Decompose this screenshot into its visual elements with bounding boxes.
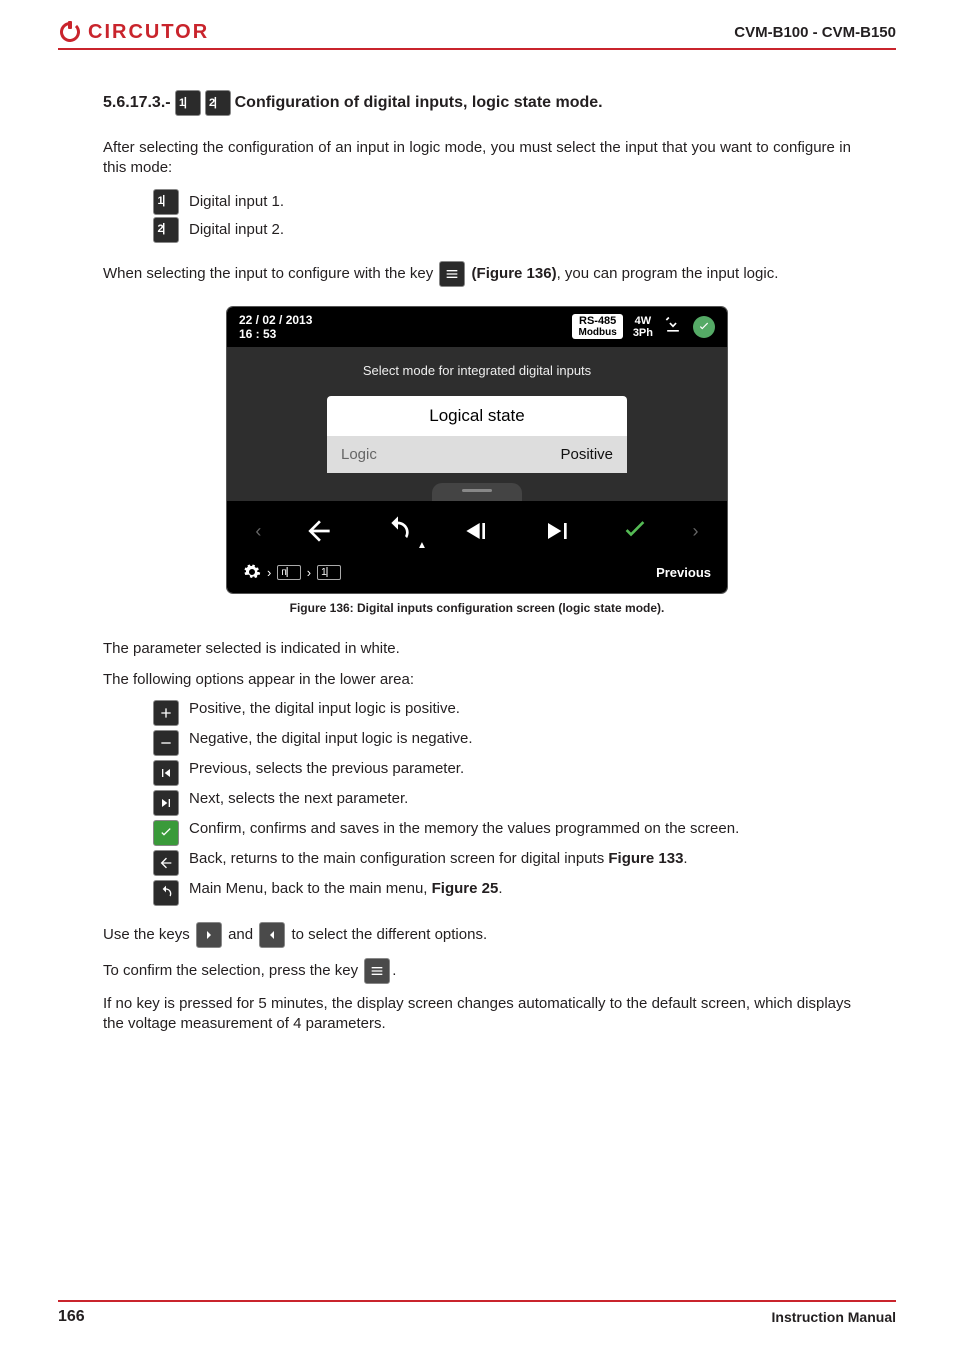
device-tab: Logical state [327,396,627,436]
select-paragraph: When selecting the input to configure wi… [103,261,851,287]
active-caret-icon: ▲ [417,540,427,551]
device-date: 22 / 02 / 2013 [239,313,312,327]
prev-param-icon [452,513,502,549]
figure-caption: Figure 136: Digital inputs configuration… [103,601,851,615]
mainmenu-icon [153,880,179,906]
brand-logo: CIRCUTOR [58,20,209,44]
section-heading: 5.6.17.3.- 1⎸ 2⎸ Configuration of digita… [103,90,851,116]
wiring-badge: 4W 3Ph [633,315,653,339]
device-button-bar: ‹ › ▲ [227,501,727,555]
opt-negative: Negative, the digital input logic is neg… [153,730,851,756]
timeout-paragraph: If no key is pressed for 5 minutes, the … [103,994,851,1035]
param-white-note: The parameter selected is indicated in w… [103,639,851,659]
page-footer: 166 Instruction Manual [58,1300,896,1326]
page-header: CIRCUTOR CVM-B100 - CVM-B150 [58,20,896,50]
device-foot-label: Previous [656,565,711,580]
confirm-check-icon [610,513,660,549]
input2-icon: 2⎸ [153,217,179,243]
section-title-text: Configuration of digital inputs, logic s… [235,94,603,112]
input2-heading-icon: 2⎸ [205,90,231,116]
minus-icon [153,730,179,756]
options-intro: The following options appear in the lowe… [103,670,851,690]
confirm-icon [153,820,179,846]
di2-row: 2⎸ Digital input 2. [153,217,851,243]
page-number: 166 [58,1308,85,1326]
crumb-1-icon: 1⎸ [317,565,341,580]
gear-icon [243,563,261,581]
comm-badge: RS-485 Modbus [572,314,622,339]
use-keys-paragraph: Use the keys and to select the different… [103,922,851,948]
di2-label: Digital input 2. [189,221,284,238]
intro-paragraph: After selecting the configuration of an … [103,138,851,179]
undo-icon [373,513,423,549]
device-status-bar: 22 / 02 / 2013 16 : 53 RS-485 Modbus 4W … [227,307,727,348]
device-param-value: Positive [560,446,613,463]
menu-key-icon-2 [364,958,390,984]
opt-next: Next, selects the next parameter. [153,790,851,816]
input1-heading-icon: 1⎸ [175,90,201,116]
download-icon [663,315,683,338]
figure-136: 22 / 02 / 2013 16 : 53 RS-485 Modbus 4W … [227,307,727,594]
crumb-n-icon: п⎸ [277,565,300,580]
confirm-paragraph: To confirm the selection, press the key … [103,958,851,984]
logo-mark-icon [58,20,82,44]
back-arrow-icon [294,513,344,549]
menu-key-icon [439,261,465,287]
breadcrumb: › п⎸ › 1⎸ [243,563,341,581]
device-param-label: Logic [341,446,377,463]
brand-text: CIRCUTOR [88,21,209,44]
plus-icon [153,700,179,726]
device-handle [432,483,522,501]
opt-confirm: Confirm, confirms and saves in the memor… [153,820,851,846]
device-param-row: Logic Positive [327,436,627,473]
di1-row: 1⎸ Digital input 1. [153,189,851,215]
right-key-icon [196,922,222,948]
scroll-left-hint-icon: ‹ [251,521,265,542]
next-icon [153,790,179,816]
next-param-icon [531,513,581,549]
status-ok-icon [693,316,715,338]
opt-mainmenu: Main Menu, back to the main menu, Figure… [153,880,851,906]
scroll-right-hint-icon: › [688,521,702,542]
device-footer: › п⎸ › 1⎸ Previous [227,555,727,593]
device-prompt: Select mode for integrated digital input… [227,363,727,378]
device-time: 16 : 53 [239,327,312,341]
opt-positive: Positive, the digital input logic is pos… [153,700,851,726]
opt-previous: Previous, selects the previous parameter… [153,760,851,786]
manual-label: Instruction Manual [772,1309,896,1325]
model-label: CVM-B100 - CVM-B150 [734,24,896,41]
prev-icon [153,760,179,786]
opt-back: Back, returns to the main configuration … [153,850,851,876]
device-screen: 22 / 02 / 2013 16 : 53 RS-485 Modbus 4W … [227,307,727,594]
di1-label: Digital input 1. [189,193,284,210]
back-icon [153,850,179,876]
section-number: 5.6.17.3.- [103,94,171,112]
input1-icon: 1⎸ [153,189,179,215]
left-key-icon [259,922,285,948]
